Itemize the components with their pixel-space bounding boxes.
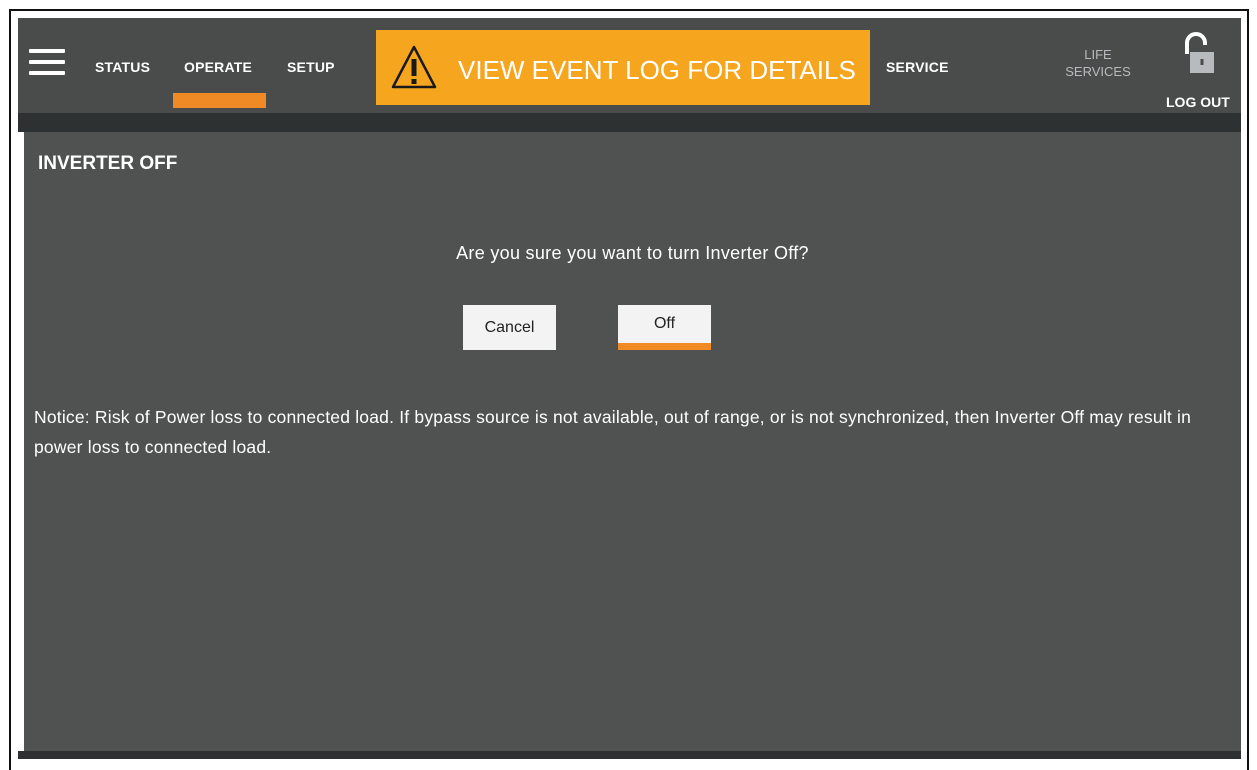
footer-bar — [18, 751, 1241, 759]
header-divider — [18, 113, 1241, 132]
nav-operate[interactable]: OPERATE — [184, 59, 252, 75]
top-navigation-bar: STATUS OPERATE SETUP VIEW EVENT LOG FOR … — [18, 18, 1241, 113]
event-log-alert-banner[interactable]: VIEW EVENT LOG FOR DETAILS — [376, 30, 870, 105]
active-tab-indicator — [173, 93, 266, 108]
warning-triangle-icon — [391, 45, 437, 89]
alert-text: VIEW EVENT LOG FOR DETAILS — [458, 55, 856, 85]
notice-text: Notice: Risk of Power loss to connected … — [34, 407, 1192, 457]
page-title: INVERTER OFF — [38, 153, 178, 174]
nav-service[interactable]: SERVICE — [886, 59, 949, 75]
menu-icon[interactable] — [29, 49, 65, 75]
unlocked-padlock-icon[interactable] — [1181, 32, 1215, 76]
nav-life-services[interactable]: LIFE SERVICES — [1048, 46, 1148, 80]
confirm-question: Are you sure you want to turn Inverter O… — [456, 243, 809, 263]
cancel-button[interactable]: Cancel — [463, 305, 556, 350]
off-button[interactable]: Off — [618, 305, 711, 350]
life-services-line2: SERVICES — [1065, 64, 1131, 79]
inverter-off-dialog: INVERTER OFF Are you sure you want to tu… — [24, 132, 1241, 751]
nav-setup[interactable]: SETUP — [287, 59, 335, 75]
logout-button[interactable]: LOG OUT — [1166, 94, 1230, 110]
life-services-line1: LIFE — [1084, 47, 1112, 62]
nav-status[interactable]: STATUS — [95, 59, 150, 75]
